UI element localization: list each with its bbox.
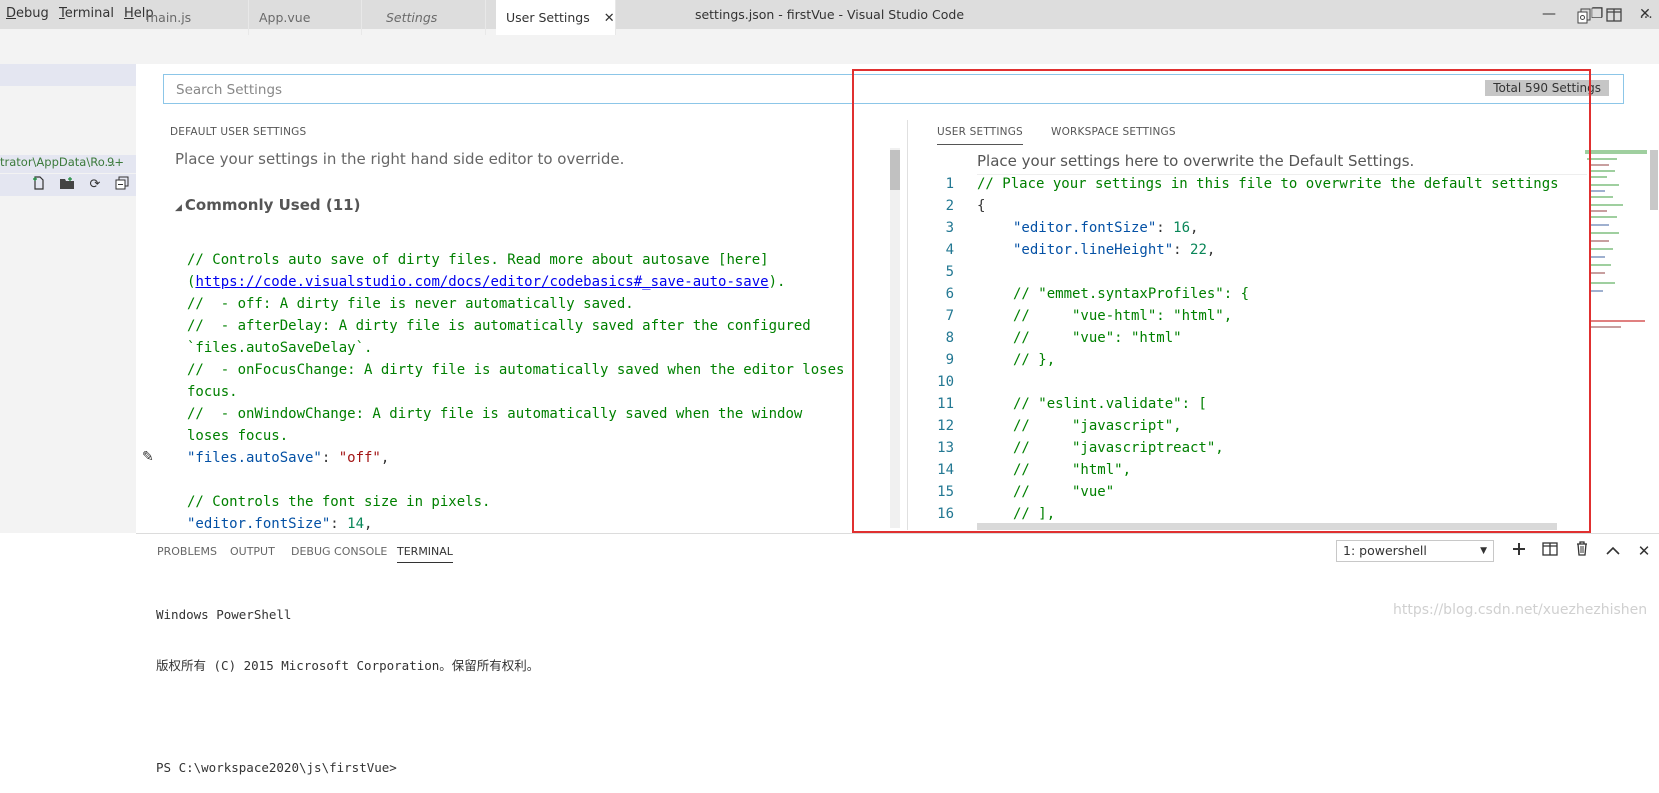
- split-terminal-icon[interactable]: [1539, 540, 1561, 562]
- tab-main-js[interactable]: main.js: [136, 0, 249, 35]
- minimap[interactable]: [1585, 150, 1647, 350]
- terminal-instance-select[interactable]: 1: powershell ▼: [1336, 540, 1494, 562]
- minimize-icon[interactable]: —: [1538, 4, 1560, 24]
- code-token: ).: [768, 274, 786, 290]
- code-token: 14: [347, 516, 365, 532]
- autosave-docs-link[interactable]: https://code.visualstudio.com/docs/edito…: [195, 274, 768, 290]
- code-token: :: [321, 450, 339, 466]
- explorer-sidebar: [0, 29, 136, 533]
- code-token: ,: [380, 450, 390, 466]
- code-line: focus.: [187, 384, 238, 400]
- refresh-icon[interactable]: ⟳: [86, 176, 104, 194]
- tab-terminal[interactable]: TERMINAL: [397, 545, 453, 563]
- code-line: // Controls the font size in pixels.: [187, 494, 491, 510]
- code-line: (https://code.visualstudio.com/docs/edit…: [187, 271, 844, 293]
- default-settings-code: // Controls auto save of dirty files. Re…: [187, 249, 844, 535]
- default-settings-label: DEFAULT USER SETTINGS: [170, 126, 307, 138]
- collapse-chevron-icon[interactable]: ◢: [175, 203, 182, 213]
- code-line: // - onFocusChange: A dirty file is auto…: [187, 362, 845, 378]
- editor-tab-bar: [136, 29, 1659, 64]
- tab-problems[interactable]: PROBLEMS: [157, 545, 217, 558]
- code-line: `files.autoSaveDelay`.: [187, 340, 373, 356]
- highlight-annotation-box: [852, 69, 1591, 533]
- terminal-line: 版权所有 (C) 2015 Microsoft Corporation。保留所有…: [156, 658, 540, 673]
- close-tab-icon[interactable]: ✕: [604, 11, 615, 26]
- folder-path-label: trator\AppData\Ro...: [0, 155, 116, 169]
- select-value: 1: powershell: [1343, 543, 1427, 558]
- tab-user-settings-active[interactable]: User Settings ✕: [496, 0, 616, 35]
- close-panel-icon[interactable]: ✕: [1633, 540, 1655, 562]
- tab-settings[interactable]: Settings: [376, 0, 486, 35]
- code-token: "editor.fontSize": [187, 516, 331, 532]
- terminal-output[interactable]: Windows PowerShell 版权所有 (C) 2015 Microso…: [156, 572, 539, 793]
- code-token: :: [330, 516, 348, 532]
- tab-label: main.js: [146, 10, 192, 25]
- code-line[interactable]: "editor.fontSize": 14,: [187, 513, 844, 535]
- edit-pencil-icon[interactable]: ✎: [142, 449, 154, 465]
- collapse-all-icon[interactable]: [113, 176, 131, 194]
- code-line[interactable]: "files.autoSave": "off",: [187, 447, 844, 469]
- code-line: // - off: A dirty file is never automati…: [187, 296, 634, 312]
- new-folder-icon[interactable]: [58, 176, 76, 194]
- tab-output[interactable]: OUTPUT: [230, 545, 275, 558]
- editor-scrollbar-thumb[interactable]: [1650, 150, 1658, 210]
- kill-terminal-icon[interactable]: [1571, 540, 1593, 562]
- new-file-icon[interactable]: [30, 176, 48, 194]
- code-line: loses focus.: [187, 428, 289, 444]
- sidebar-folder-path[interactable]: trator\AppData\Ro... 9+: [0, 155, 136, 173]
- code-line: // - onWindowChange: A dirty file is aut…: [187, 406, 803, 422]
- tab-label: Settings: [386, 10, 438, 25]
- section-title: Commonly Used (11): [184, 196, 361, 214]
- open-settings-json-icon[interactable]: [1574, 8, 1594, 28]
- default-settings-hint: Place your settings in the right hand si…: [175, 150, 625, 168]
- code-line: // Controls auto save of dirty files. Re…: [187, 252, 769, 268]
- maximize-panel-icon[interactable]: [1602, 540, 1624, 562]
- new-terminal-icon[interactable]: [1508, 540, 1530, 562]
- dropdown-arrow-icon: ▼: [1480, 546, 1487, 556]
- terminal-line: Windows PowerShell: [156, 607, 292, 622]
- watermark-text: https://blog.csdn.net/xuezhezhishen: [1393, 602, 1648, 618]
- sidebar-selected-row[interactable]: [0, 64, 136, 86]
- code-line: // - afterDelay: A dirty file is automat…: [187, 318, 811, 334]
- tab-debug-console[interactable]: DEBUG CONSOLE: [291, 545, 387, 558]
- tab-label: App.vue: [259, 10, 311, 25]
- code-token: ,: [364, 516, 373, 532]
- sidebar-toolbar: ⟳: [0, 174, 136, 196]
- split-editor-icon[interactable]: [1604, 8, 1624, 28]
- terminal-line: PS C:\workspace2020\js\firstVue>: [156, 760, 397, 775]
- changes-badge: 9+: [107, 155, 124, 169]
- commonly-used-heading[interactable]: ◢ Commonly Used (11): [175, 196, 360, 214]
- code-token: "off": [338, 450, 381, 466]
- code-token: "files.autoSave": [187, 450, 322, 466]
- tab-label: User Settings: [506, 10, 590, 25]
- tab-app-vue[interactable]: App.vue: [249, 0, 362, 35]
- more-actions-icon[interactable]: ···: [1636, 8, 1656, 28]
